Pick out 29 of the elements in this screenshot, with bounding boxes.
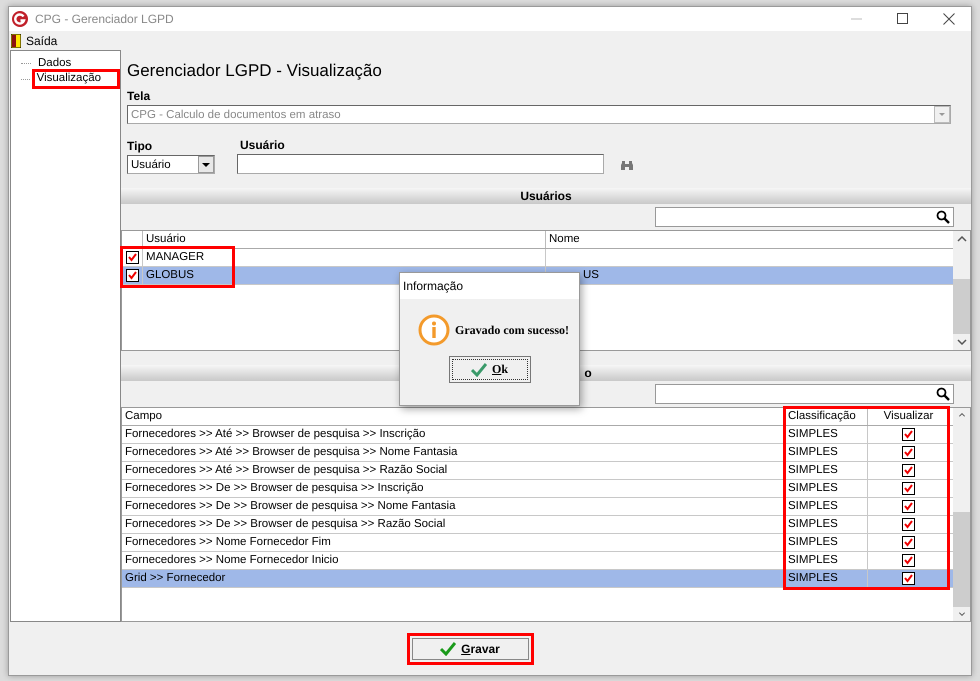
table-cell: Fornecedores >> Nome Fornecedor Fim (122, 534, 785, 551)
table-cell: SIMPLES (785, 516, 868, 533)
table-cell: SIMPLES (785, 480, 868, 497)
field-label: Tipo (127, 139, 154, 153)
table-cell: Fornecedores >> De >> Browser de pesquisa >> Razão Social (122, 516, 785, 533)
table-cell: SIMPLES (785, 570, 868, 587)
table-cell: SIMPLES (785, 444, 868, 461)
section-title: Usuários (520, 189, 572, 203)
table-cell: Fornecedores >> Até >> Browser de pesquisa >> Inscrição (122, 426, 785, 443)
dialog-message: Gravado com sucesso! (455, 322, 569, 338)
table-cell: Fornecedores >> Até >> Browser de pesquisa >> Nome Fantasia (122, 444, 785, 461)
table-cell: SIMPLES (785, 498, 868, 515)
table-cell: Fornecedores >> De >> Browser de pesquisa >> Inscrição (122, 480, 785, 497)
window-title: CPG - Gerenciador LGPD (35, 12, 174, 26)
field-label: Tela (127, 89, 152, 103)
table-cell: MANAGER (143, 249, 546, 266)
table-cell-text: US (582, 268, 599, 283)
table-cell: Fornecedores >> Até >> Browser de pesquisa >> Razão Social (122, 462, 785, 479)
table-cell: SIMPLES (785, 426, 868, 443)
table-cell: Fornecedores >> De >> Browser de pesquisa >> Nome Fantasia (122, 498, 785, 515)
table-cell: SIMPLES (785, 552, 868, 569)
table-cell: SIMPLES (785, 534, 868, 551)
field-label: Usuário (240, 138, 286, 152)
table-cell: Fornecedores >> Nome Fornecedor Inicio (122, 552, 785, 569)
table-cell: SIMPLES (785, 462, 868, 479)
dialog-title: Informação (400, 273, 579, 299)
table-cell: Grid >> Fornecedor (122, 570, 785, 587)
section-title: o (584, 366, 592, 380)
page-heading: Gerenciador LGPD - Visualização (127, 61, 383, 81)
